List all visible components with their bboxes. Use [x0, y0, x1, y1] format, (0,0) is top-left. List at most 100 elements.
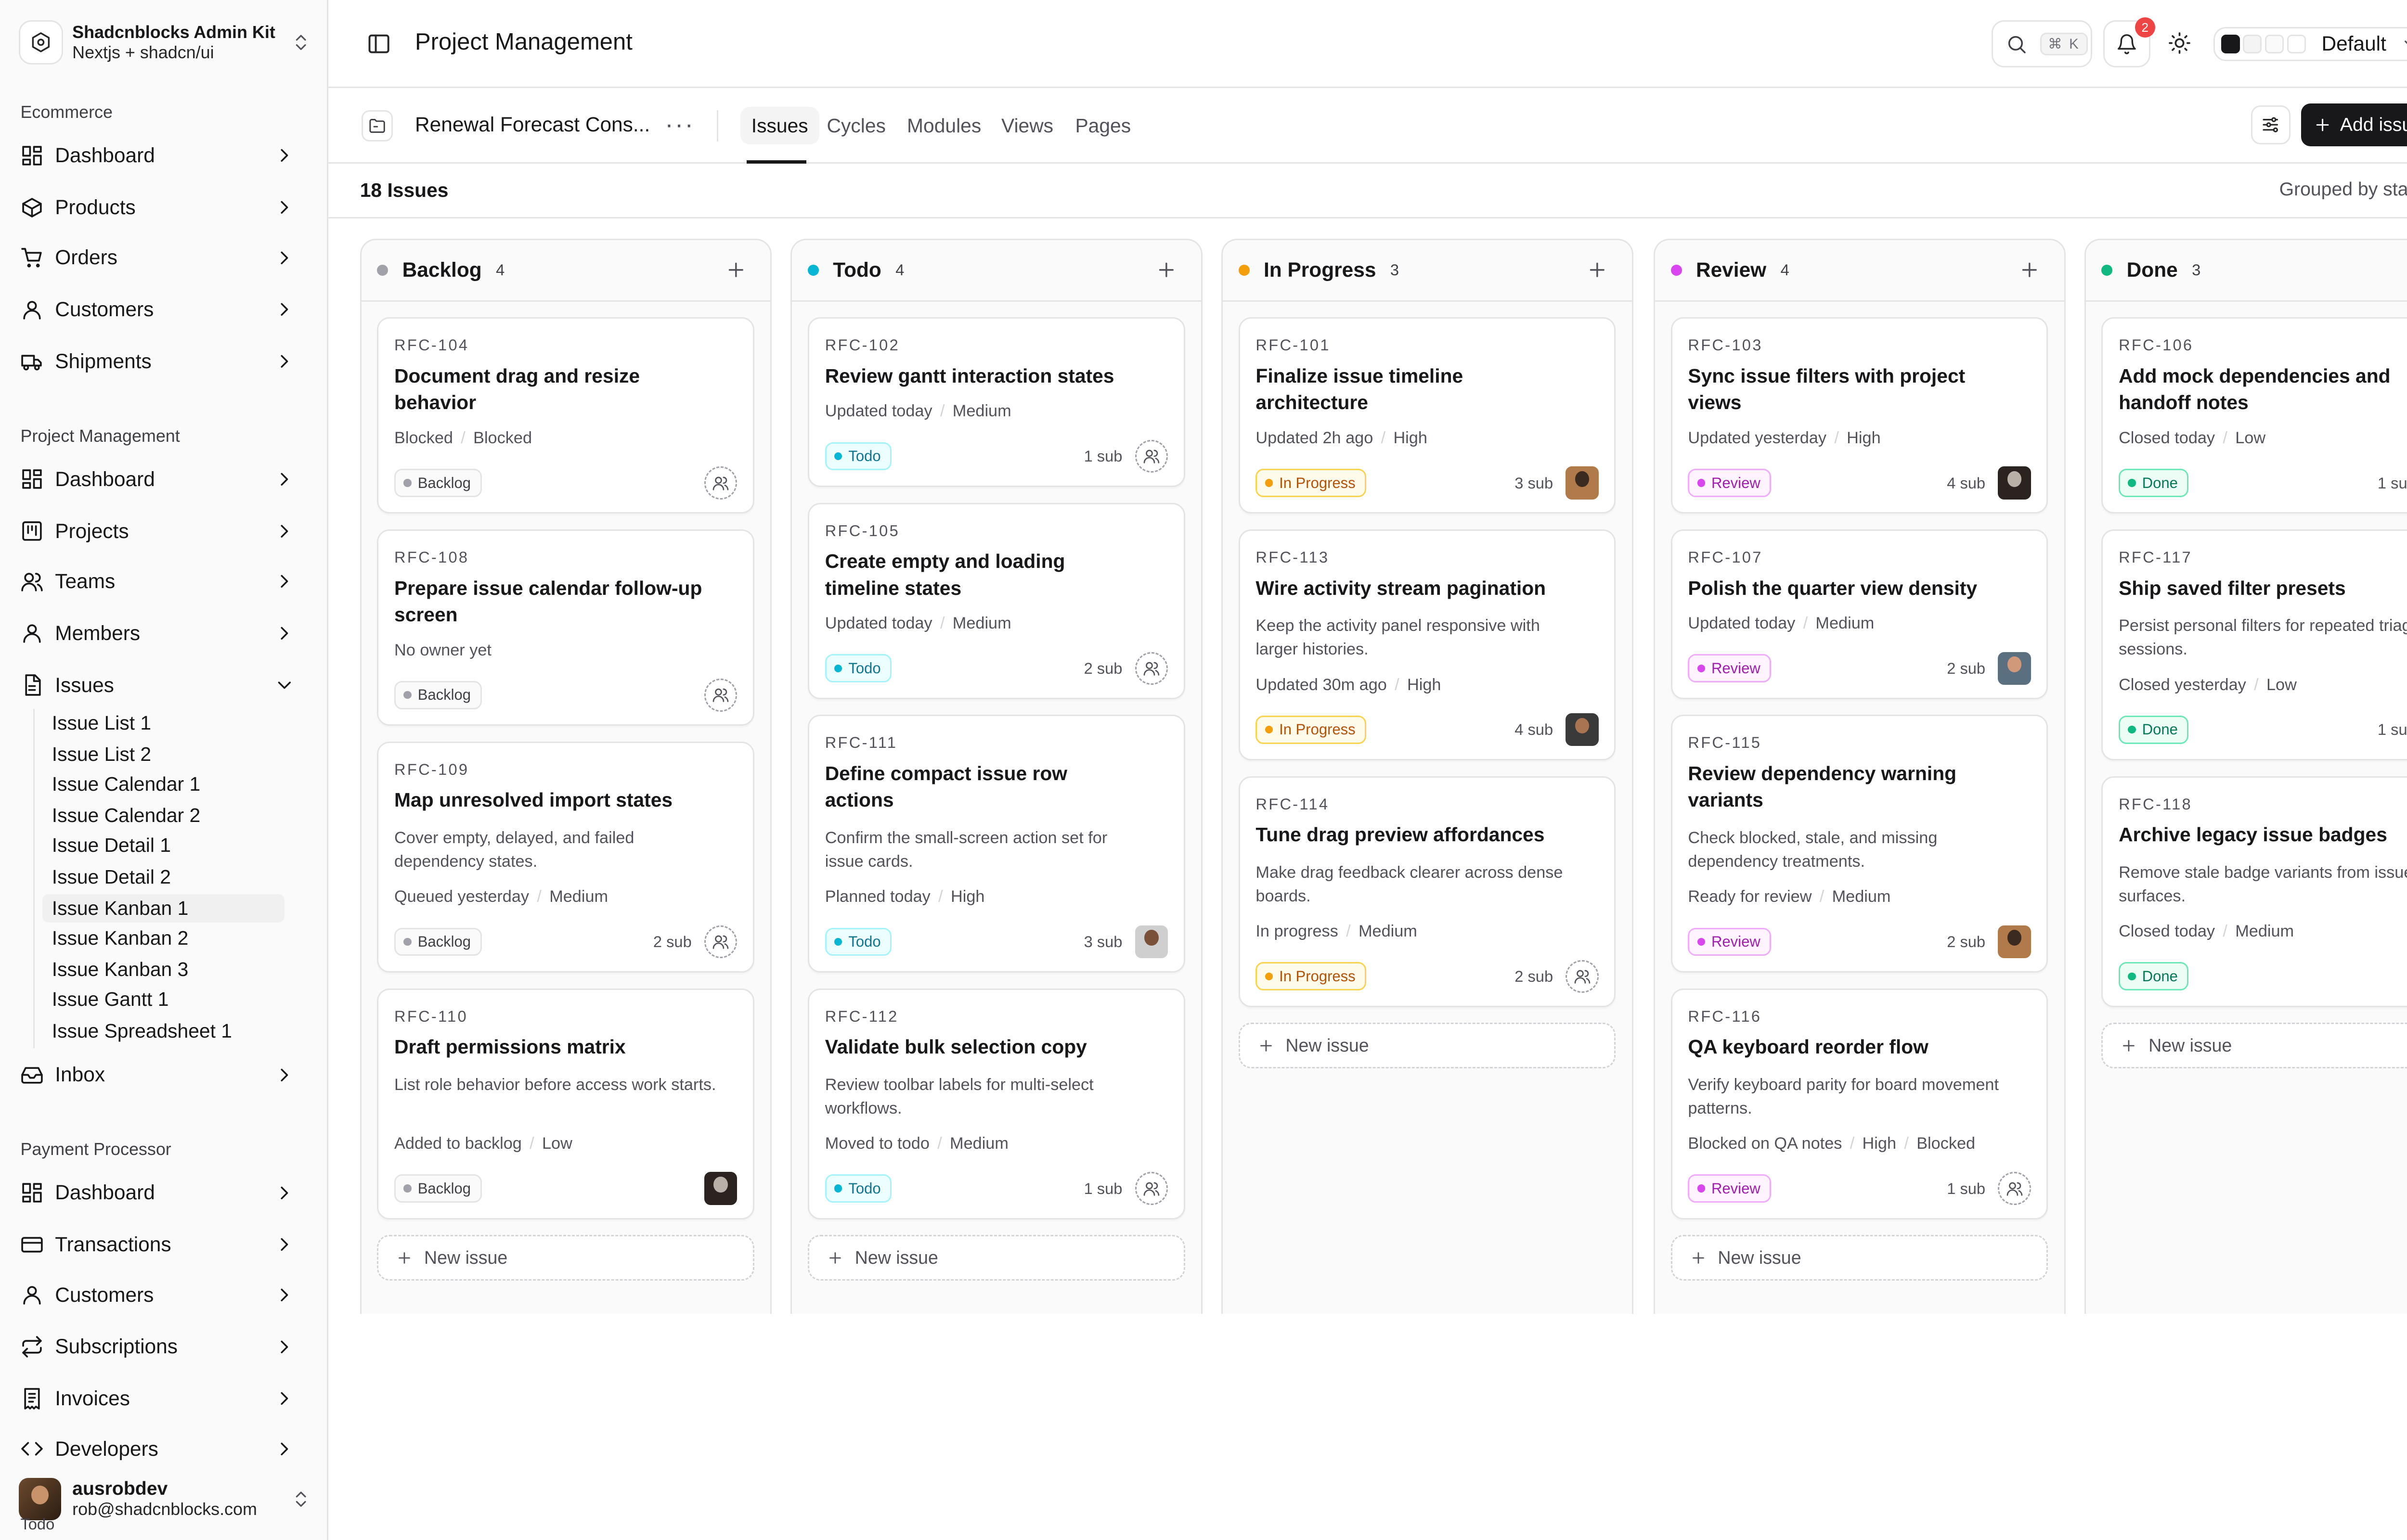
- nav-group-label: Payment Processor: [20, 1139, 171, 1159]
- sidebar-subitem-issue-list-2[interactable]: Issue List 2: [42, 740, 285, 769]
- unassigned-users-icon[interactable]: [1135, 652, 1168, 685]
- add-to-column-icon[interactable]: [725, 259, 747, 281]
- issue-card[interactable]: RFC-101 Finalize issue timeline architect…: [1238, 317, 1616, 514]
- subissue-count: 2 sub: [1947, 659, 1986, 677]
- unassigned-users-icon[interactable]: [1135, 439, 1168, 473]
- issue-card[interactable]: RFC-115 Review dependency warning variant…: [1670, 715, 2048, 973]
- issue-card[interactable]: RFC-114 Tune drag preview affordances Make…: [1238, 776, 1616, 1007]
- more-options-button[interactable]: ···: [665, 110, 695, 139]
- tab-cycles[interactable]: Cycles: [816, 107, 897, 144]
- issue-card[interactable]: RFC-105 Create empty and loading timeline…: [808, 502, 1185, 699]
- issue-card[interactable]: RFC-113 Wire activity stream pagination Ke…: [1238, 529, 1616, 761]
- sidebar-item-dashboard[interactable]: Dashboard: [6, 1171, 314, 1215]
- new-issue-button[interactable]: New issue: [377, 1235, 755, 1281]
- issue-card[interactable]: RFC-109 Map unresolved import states Cover…: [377, 741, 755, 973]
- sidebar-item-dashboard[interactable]: Dashboard: [6, 457, 314, 501]
- sidebar-subitem-issue-calendar-1[interactable]: Issue Calendar 1: [42, 770, 285, 798]
- sidebar-subitem-issue-kanban-3[interactable]: Issue Kanban 3: [42, 955, 285, 984]
- sidebar-item-inbox[interactable]: Inbox: [6, 1053, 314, 1097]
- sidebar-item-customers[interactable]: Customers: [6, 1273, 314, 1317]
- sidebar-subitem-issue-kanban-1[interactable]: Issue Kanban 1: [42, 894, 285, 923]
- issue-card[interactable]: RFC-102 Review gantt interaction states Up…: [808, 317, 1185, 487]
- new-issue-button[interactable]: New issue: [2101, 1023, 2407, 1069]
- sidebar-item-members[interactable]: Members: [6, 611, 314, 655]
- sidebar-subitem-issue-detail-1[interactable]: Issue Detail 1: [42, 831, 285, 860]
- box-icon: [20, 196, 44, 219]
- sidebar-subitem-issue-kanban-2[interactable]: Issue Kanban 2: [42, 924, 285, 952]
- status-badge: Todo: [825, 1174, 892, 1203]
- team-switcher[interactable]: Shadcnblocks Admin Kit Nextjs + shadcn/u…: [19, 16, 311, 69]
- issue-card[interactable]: RFC-107 Polish the quarter view density Up…: [1670, 529, 2048, 699]
- assignee-avatar[interactable]: [1998, 925, 2031, 959]
- issue-card[interactable]: RFC-104 Document drag and resize behavior…: [377, 317, 755, 514]
- theme-select[interactable]: Default: [2213, 26, 2407, 62]
- add-to-column-icon[interactable]: [1155, 259, 1178, 281]
- chevron-right-icon: [273, 350, 314, 372]
- issue-id: RFC-102: [825, 336, 900, 354]
- column-header: Backlog 4: [361, 240, 771, 302]
- issue-card[interactable]: RFC-112 Validate bulk selection copy Revie…: [808, 988, 1185, 1219]
- unassigned-users-icon[interactable]: [704, 466, 738, 500]
- sidebar-item-customers[interactable]: Customers: [6, 288, 314, 332]
- sidebar-item-label: Teams: [55, 570, 116, 593]
- issue-card[interactable]: RFC-118 Archive legacy issue badges Remove…: [2101, 776, 2407, 1007]
- unassigned-users-icon[interactable]: [1998, 1172, 2031, 1205]
- sidebar-item-dashboard[interactable]: Dashboard: [6, 134, 314, 178]
- sidebar-item-shipments[interactable]: Shipments: [6, 339, 314, 383]
- sidebar-subitem-issue-gantt-1[interactable]: Issue Gantt 1: [42, 985, 285, 1014]
- unassigned-users-icon[interactable]: [704, 679, 738, 712]
- assignee-avatar[interactable]: [1998, 652, 2031, 685]
- sidebar-item-invoices[interactable]: Invoices: [6, 1376, 314, 1420]
- issue-card[interactable]: RFC-111 Define compact issue row actions C…: [808, 715, 1185, 973]
- tab-views[interactable]: Views: [990, 107, 1064, 144]
- sidebar-item-issues[interactable]: Issues: [6, 663, 314, 707]
- add-issue-button[interactable]: Add issue: [2301, 103, 2407, 146]
- issue-card[interactable]: RFC-106 Add mock dependencies and handoff…: [2101, 317, 2407, 514]
- new-issue-button[interactable]: New issue: [1670, 1235, 2048, 1281]
- assignee-avatar[interactable]: [1566, 713, 1599, 746]
- new-issue-button[interactable]: New issue: [1238, 1023, 1616, 1069]
- tab-pages[interactable]: Pages: [1064, 107, 1142, 144]
- tab-issues[interactable]: Issues: [740, 107, 819, 145]
- sidebar-subitem-issue-detail-2[interactable]: Issue Detail 2: [42, 863, 285, 891]
- issue-card[interactable]: RFC-110 Draft permissions matrix List role…: [377, 988, 755, 1219]
- user-menu[interactable]: ausrobdev rob@shadcnblocks.com: [19, 1474, 311, 1524]
- sidebar-toggle-icon[interactable]: [366, 31, 391, 56]
- issue-id: RFC-101: [1255, 336, 1331, 354]
- issue-card[interactable]: RFC-117 Ship saved filter presets Persist …: [2101, 529, 2407, 761]
- assignee-avatar[interactable]: [704, 1172, 738, 1205]
- status-dot: [1670, 265, 1682, 276]
- add-to-column-icon[interactable]: [2019, 259, 2041, 281]
- sidebar-item-developers[interactable]: Developers: [6, 1427, 314, 1471]
- unassigned-users-icon[interactable]: [1566, 960, 1599, 993]
- project-name[interactable]: Renewal Forecast Cons...: [415, 113, 650, 136]
- unassigned-users-icon[interactable]: [704, 925, 738, 959]
- search-button[interactable]: ⌘ K: [1992, 20, 2093, 68]
- column-done: Done 3 RFC-106 Add mock dependencies and ha…: [2084, 239, 2407, 1314]
- assignee-avatar[interactable]: [1998, 466, 2031, 500]
- sidebar-subitem-issue-calendar-2[interactable]: Issue Calendar 2: [42, 801, 285, 830]
- sidebar-subitem-issue-list-1[interactable]: Issue List 1: [42, 709, 285, 737]
- sidebar-item-projects[interactable]: Projects: [6, 509, 314, 553]
- issue-title: Draft permissions matrix: [394, 1036, 626, 1058]
- tab-modules[interactable]: Modules: [896, 107, 992, 144]
- display-settings-button[interactable]: [2251, 105, 2291, 145]
- sidebar-item-products[interactable]: Products: [6, 185, 314, 229]
- sun-icon[interactable]: [2168, 31, 2191, 55]
- assignee-avatar[interactable]: [1566, 466, 1599, 500]
- issue-meta-item: Updated today: [1688, 614, 1796, 633]
- issue-card[interactable]: RFC-116 QA keyboard reorder flow Verify ke…: [1670, 988, 2048, 1219]
- sidebar-item-transactions[interactable]: Transactions: [6, 1222, 314, 1266]
- sidebar-item-orders[interactable]: Orders: [6, 236, 314, 280]
- unassigned-users-icon[interactable]: [1135, 1172, 1168, 1205]
- notifications-button[interactable]: 2: [2103, 17, 2155, 68]
- new-issue-button[interactable]: New issue: [808, 1235, 1185, 1281]
- status-badge: Review: [1688, 469, 1772, 497]
- issue-card[interactable]: RFC-103 Sync issue filters with project v…: [1670, 317, 2048, 514]
- sidebar-item-teams[interactable]: Teams: [6, 559, 314, 603]
- issue-card[interactable]: RFC-108 Prepare issue calendar follow-up …: [377, 529, 755, 726]
- sidebar-item-subscriptions[interactable]: Subscriptions: [6, 1325, 314, 1369]
- assignee-avatar[interactable]: [1135, 925, 1168, 959]
- sidebar-subitem-issue-spreadsheet-1[interactable]: Issue Spreadsheet 1: [42, 1017, 285, 1045]
- add-to-column-icon[interactable]: [1586, 259, 1608, 281]
